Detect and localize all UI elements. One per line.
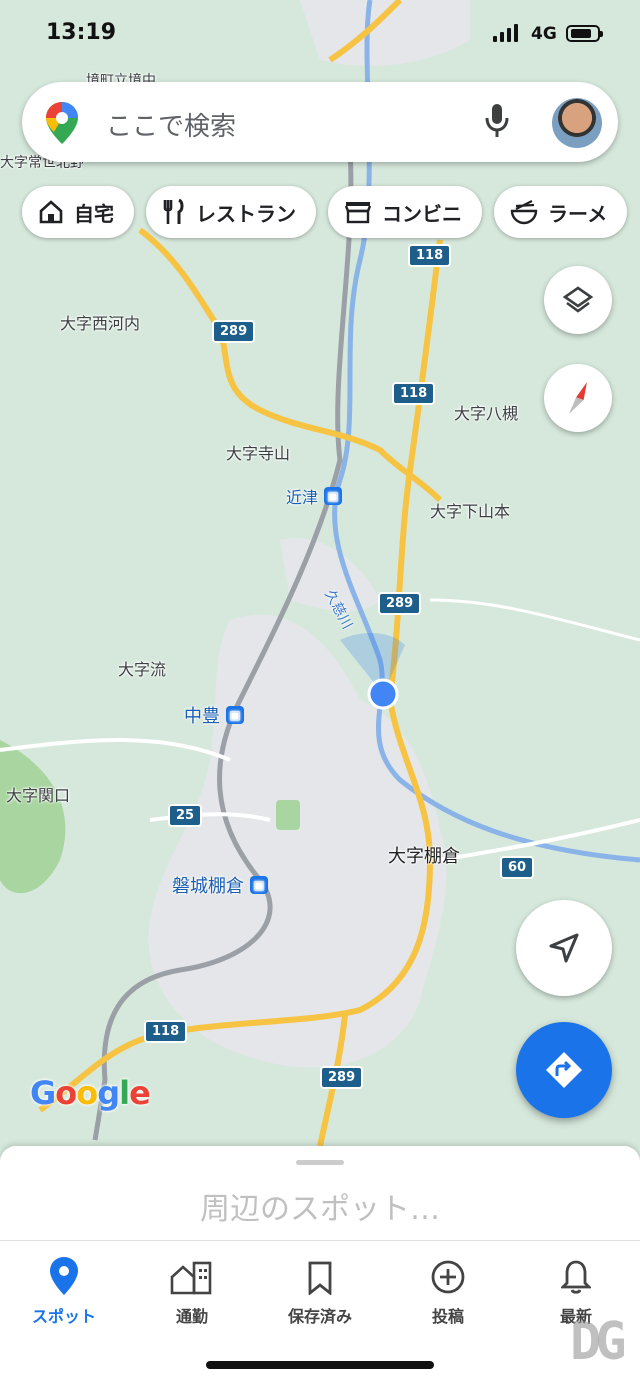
nav-label: 通勤 <box>175 1307 208 1326</box>
explore-pin-icon <box>50 1257 78 1295</box>
sheet-drag-handle[interactable] <box>296 1160 344 1165</box>
search-bar[interactable]: ここで検索 <box>22 82 618 162</box>
chip-home[interactable]: 自宅 <box>22 186 134 238</box>
microphone-icon[interactable] <box>484 102 510 140</box>
route-shield: 118 <box>144 1020 188 1043</box>
google-maps-pin-icon <box>46 102 78 144</box>
nav-label: 保存済み <box>287 1307 352 1326</box>
chip-ramen[interactable]: ラーメ <box>494 186 628 238</box>
cellular-signal-icon <box>493 24 518 42</box>
route-shield: 289 <box>378 592 422 615</box>
station-label: 磐城棚倉 <box>172 876 244 897</box>
network-type: 4G <box>531 24 557 44</box>
nav-label: 投稿 <box>431 1307 464 1326</box>
nav-label: スポット <box>31 1307 96 1326</box>
map-label-tanakura: 大字棚倉 <box>388 846 460 867</box>
store-icon <box>344 202 372 224</box>
home-icon <box>39 200 63 224</box>
home-indicator[interactable] <box>206 1361 434 1369</box>
station-nakatoyo[interactable]: 中豊 ▣ <box>184 702 244 728</box>
compass-icon <box>569 382 587 414</box>
google-logo: Google <box>30 1074 151 1112</box>
train-icon: ▣ <box>250 876 268 894</box>
train-icon: ▣ <box>226 706 244 724</box>
category-chips: 自宅 レストラン コンビニ ラーメ <box>22 186 628 238</box>
map-label-yatsuki: 大字八槻 <box>454 404 519 423</box>
nav-tab-saved[interactable]: 保存済み <box>256 1255 384 1327</box>
station-iwakitanakura[interactable]: 磐城棚倉 ▣ <box>172 872 268 898</box>
chip-restaurant[interactable]: レストラン <box>146 186 316 238</box>
route-shield: 289 <box>212 320 256 343</box>
watermark-logo: DG <box>570 1312 627 1372</box>
station-label: 近津 <box>286 488 319 507</box>
account-avatar[interactable] <box>552 98 602 148</box>
route-shield: 289 <box>320 1066 364 1089</box>
search-input[interactable]: ここで検索 <box>106 106 236 143</box>
navigation-arrow-icon <box>549 933 579 963</box>
map-label-terayama: 大字寺山 <box>226 444 291 463</box>
bell-icon <box>561 1260 591 1294</box>
directions-button[interactable] <box>516 1022 612 1118</box>
contribute-icon <box>431 1260 465 1294</box>
station-label: 中豊 <box>184 706 220 727</box>
nearby-spots-title: 周辺のスポット… <box>200 1192 440 1227</box>
battery-icon <box>566 25 603 42</box>
layers-icon <box>562 286 594 313</box>
ramen-icon <box>510 200 538 225</box>
status-bar: 13:19 4G <box>0 0 640 70</box>
route-shield: 118 <box>408 244 452 267</box>
nav-tab-commute[interactable]: 通勤 <box>128 1255 256 1327</box>
my-location-button[interactable] <box>516 900 612 996</box>
route-shield: 25 <box>168 804 203 827</box>
route-shield: 60 <box>500 856 535 879</box>
map-label-shimoyamamoto: 大字下山本 <box>430 502 511 521</box>
directions-icon <box>546 1052 582 1088</box>
commute-icon <box>170 1261 212 1295</box>
station-chikatsu[interactable]: 近津 ▣ <box>286 484 343 508</box>
chip-label: 自宅 <box>74 201 114 226</box>
nav-tab-explore[interactable]: スポット <box>0 1255 128 1327</box>
train-icon: ▣ <box>324 487 343 505</box>
layers-button[interactable] <box>544 266 612 334</box>
status-time: 13:19 <box>46 20 117 45</box>
map-label-nishikawauchi: 大字西河内 <box>60 314 141 333</box>
chip-convenience-store[interactable]: コンビニ <box>328 186 482 238</box>
bookmark-icon <box>308 1261 332 1295</box>
chip-label: ラーメ <box>548 201 608 226</box>
route-shield: 118 <box>392 382 436 405</box>
restaurant-icon <box>163 198 184 224</box>
compass-button[interactable] <box>544 364 612 432</box>
map-label-sekiguchi: 大字関口 <box>6 786 71 805</box>
map-label-nagare: 大字流 <box>118 660 167 679</box>
nav-tab-contribute[interactable]: 投稿 <box>384 1255 512 1327</box>
chip-label: コンビニ <box>382 201 462 226</box>
chip-label: レストラン <box>196 201 296 226</box>
